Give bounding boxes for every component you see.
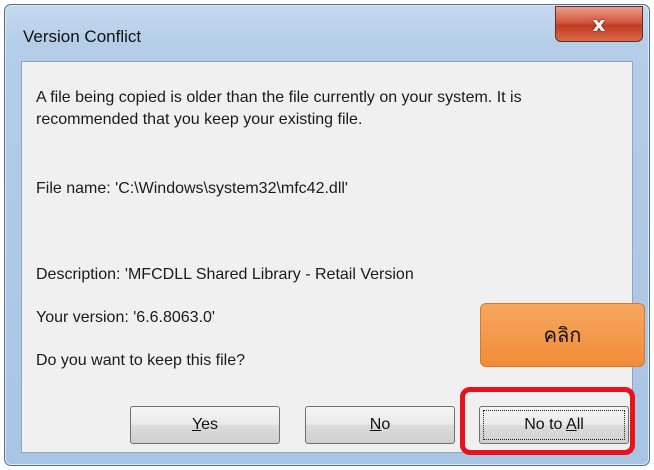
file-name-label: File name: 'C:\Windows\system32\mfc42.dl… (36, 180, 348, 197)
callout-text: คลิก (543, 323, 582, 347)
description-label: Description: 'MFCDLL Shared Library - Re… (36, 266, 414, 283)
keep-file-question: Do you want to keep this file? (36, 352, 246, 369)
yes-button-label: Yes (191, 416, 219, 433)
close-icon: x (592, 12, 606, 36)
highlight-box (460, 387, 635, 455)
yes-button[interactable]: Yes (130, 406, 280, 444)
no-button[interactable]: No (305, 406, 455, 444)
your-version-label: Your version: '6.6.8063.0' (36, 309, 215, 326)
no-button-label: No (369, 416, 391, 433)
close-button[interactable]: x (555, 6, 643, 42)
dialog-title: Version Conflict (23, 27, 142, 46)
title-bar[interactable]: Version Conflict x (5, 5, 649, 59)
click-callout: คลิก (480, 303, 645, 367)
conflict-message: A file being copied is older than the fi… (36, 89, 522, 128)
